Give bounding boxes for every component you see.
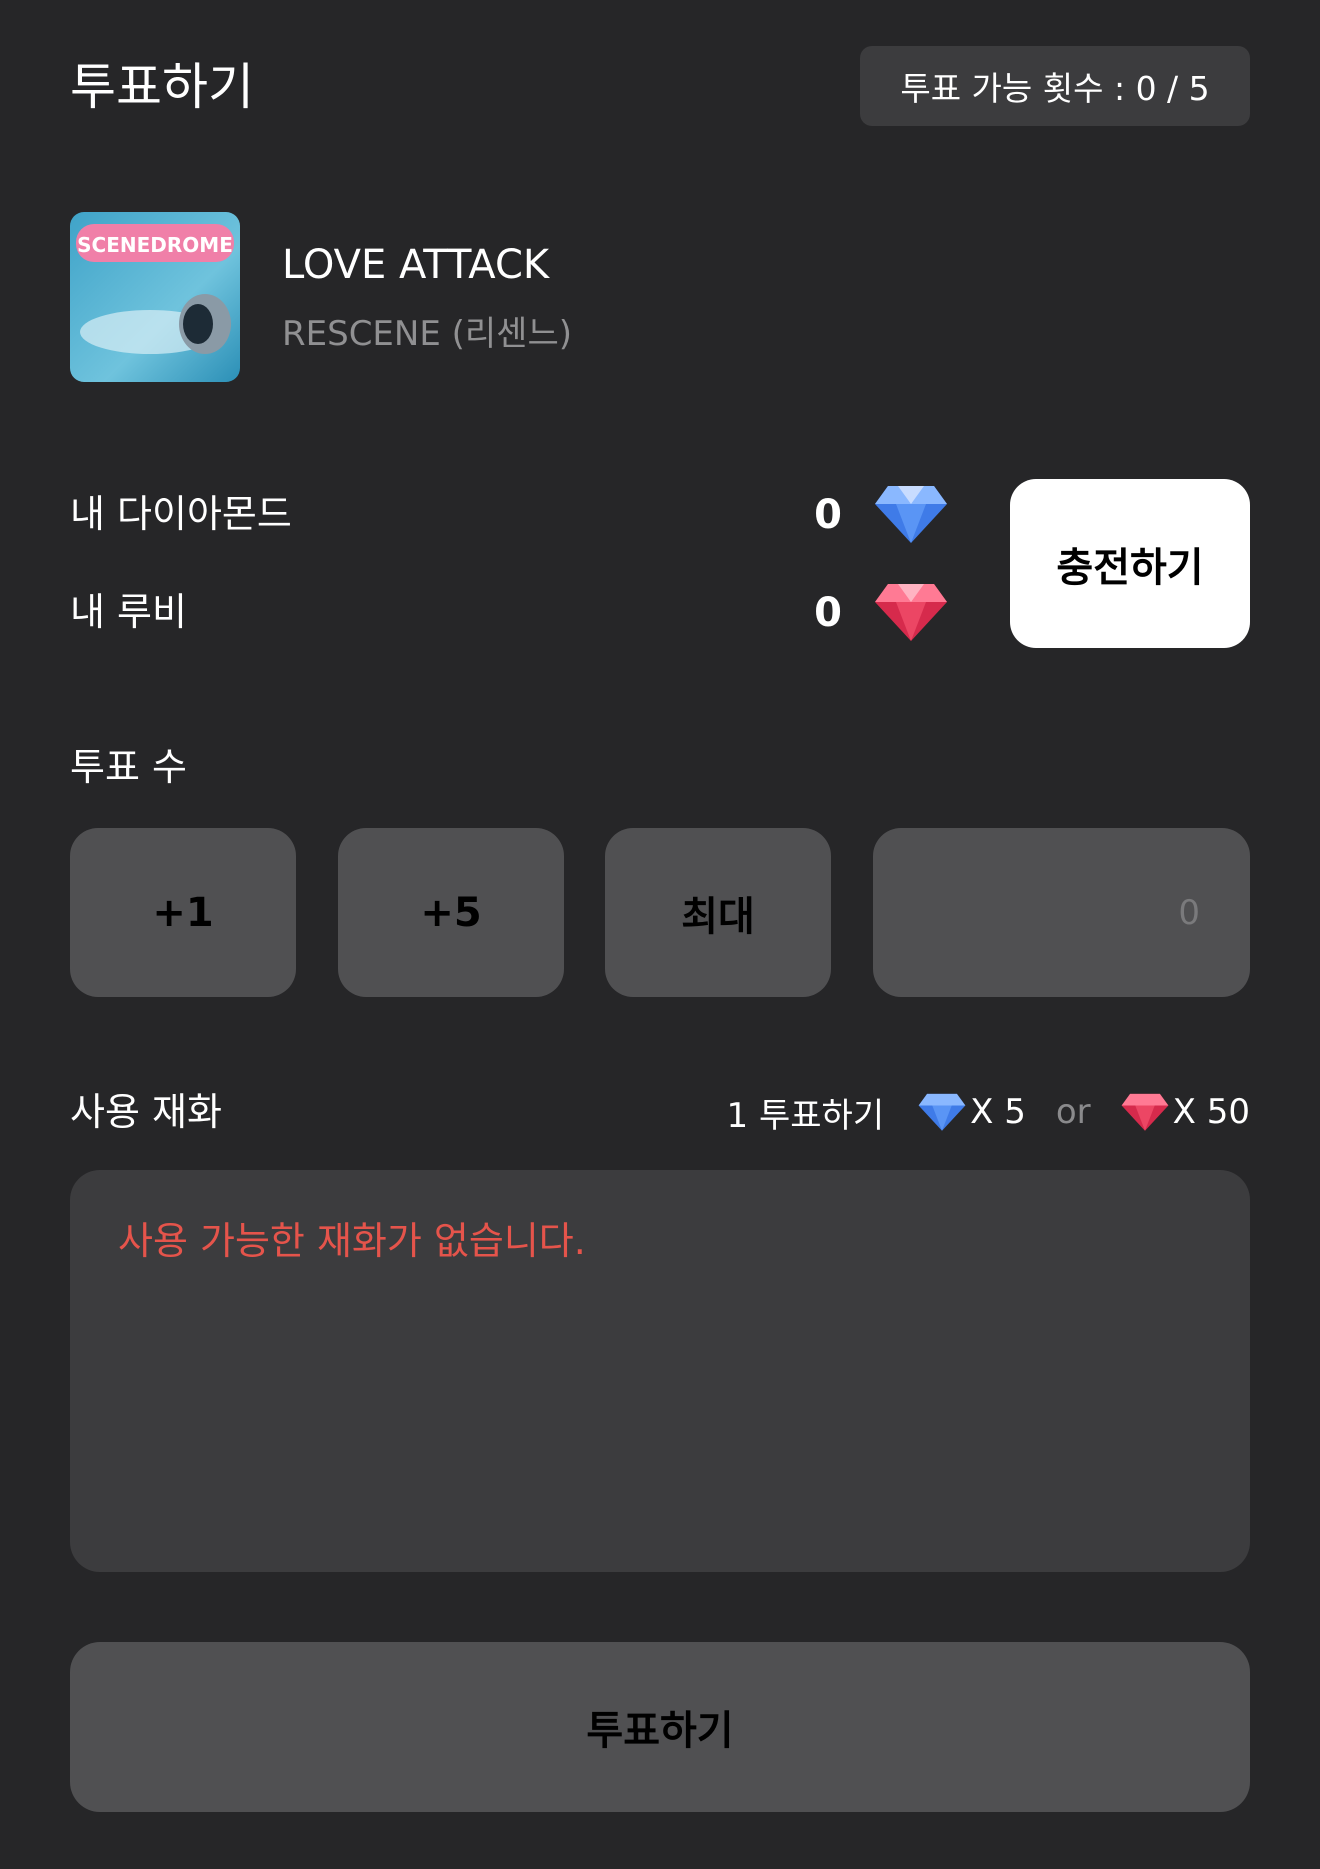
album-cover: SCENEDROME [70,212,240,382]
vote-count-input[interactable]: 0 [873,828,1250,997]
vote-count-placeholder: 0 [1178,892,1200,933]
ruby-label: 내 루비 [70,590,187,634]
ruby-value: 0 [814,590,842,636]
diamond-value: 0 [814,492,842,538]
page-title: 투표하기 [70,58,254,116]
vote-section-label: 투표 수 [70,745,187,789]
diamond-icon [874,484,948,544]
ruby-icon [1121,1093,1168,1131]
vote-count-badge: 투표 가능 횟수 : 0 / 5 [860,46,1250,126]
submit-vote-button[interactable]: 투표하기 [70,1642,1250,1812]
artist-name: RESCENE (리센느) [282,314,573,354]
plus-one-button[interactable]: +1 [70,828,296,997]
song-title: LOVE ATTACK [282,242,550,288]
ruby-icon [874,582,948,642]
charge-button[interactable]: 충전하기 [1010,479,1250,648]
max-button[interactable]: 최대 [605,828,831,997]
no-currency-notice: 사용 가능한 재화가 없습니다. [118,1219,586,1263]
diamond-cost: X 5 [970,1092,1026,1132]
cost-prefix: 1 투표하기 [726,1095,885,1136]
or-text: or [1055,1092,1091,1132]
plus-five-button[interactable]: +5 [338,828,564,997]
vote-count-label: 투표 가능 횟수 : 0 / 5 [900,69,1210,108]
diamond-label: 내 다이아몬드 [70,492,292,536]
album-cover-text: SCENEDROME [77,233,233,257]
currency-section-label: 사용 재화 [70,1090,222,1134]
ruby-cost: X 50 [1172,1092,1250,1132]
cost-info: 1 투표하기 X 5 or X 50 [727,1087,1250,1137]
diamond-icon [918,1093,966,1131]
